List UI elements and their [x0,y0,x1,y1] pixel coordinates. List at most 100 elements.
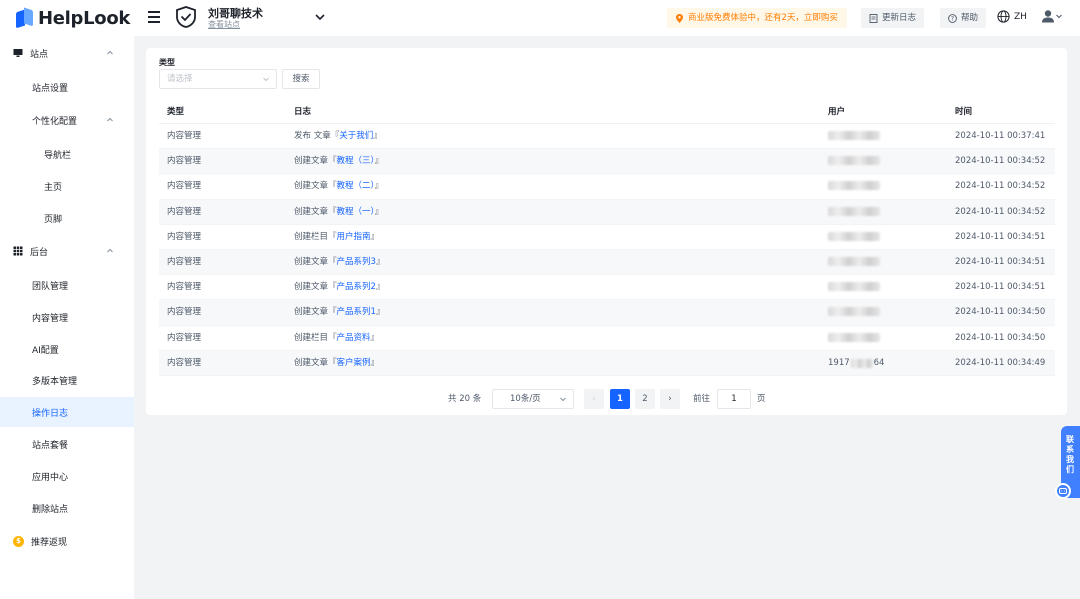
globe-icon [997,10,1010,23]
chevron-down-icon [263,77,269,82]
sidebar-item-label: 操作日志 [32,408,69,419]
contact-us-tab[interactable]: 联系我们 [1055,426,1080,499]
update-log-button[interactable]: 更新日志 [861,8,925,28]
sidebar-group-site[interactable]: 站点 [0,38,134,68]
sidebar-item-label: 应用中心 [32,472,69,483]
help-circle-icon: ? [948,13,957,23]
goto-unit-label: 页 [757,394,766,404]
row-log-target-link[interactable]: 客户案例 [337,358,371,368]
sidebar-item-referral[interactable]: $ 推荐返现 [0,526,134,556]
page-1-button[interactable]: 1 [610,389,630,409]
sidebar-item-apps[interactable]: 应用中心 [0,461,134,491]
top-bar: HelpLook 刘哥聊技术 查看站点 商业版免费体验中，还有2天，立即购买 更… [0,0,1080,36]
row-log: 创建栏目『产品资料』 [294,326,379,351]
sidebar-item-label: 导航栏 [44,150,72,161]
page-2-button[interactable]: 2 [635,389,655,409]
sidebar-item-footer[interactable]: 页脚 [0,203,134,233]
row-time: 2024-10-11 00:34:51 [955,231,1046,242]
row-log-target-link[interactable]: 产品系列2 [337,282,376,292]
user-menu[interactable] [1041,9,1063,23]
row-log-close: 』 [374,181,384,192]
row-log-target-link[interactable]: 用户指南 [337,232,371,242]
row-log-target-link[interactable]: 教程（三） [337,156,375,166]
row-type: 内容管理 [167,357,202,368]
view-site-link[interactable]: 查看站点 [208,19,240,30]
row-log-close: 』 [375,282,385,293]
log-table: 类型 日志 用户 时间 内容管理 发布 文章『关于我们』 2024-10-11 … [159,100,1055,376]
sidebar-item-ai[interactable]: AI配置 [0,334,134,364]
row-log-target-link[interactable]: 教程（二） [337,181,375,191]
sidebar-item-navbar[interactable]: 导航栏 [0,139,134,169]
menu-toggle-icon[interactable] [148,11,162,23]
language-switch[interactable]: ZH [997,10,1027,23]
row-log-target-link[interactable]: 教程（一） [337,207,375,217]
table-row: 内容管理 创建文章『客户案例』 1917 64 2024-10-11 00:34:… [159,350,1055,376]
chat-bubble-icon[interactable] [1055,483,1071,499]
sidebar-item-label: AI配置 [32,345,59,356]
help-button[interactable]: ? 帮助 [940,8,987,28]
sidebar-group-backend[interactable]: 后台 [0,236,134,266]
sidebar-item-site-settings[interactable]: 站点设置 [0,72,134,102]
row-log-target-link[interactable]: 产品资料 [337,333,371,343]
row-log-target-link[interactable]: 关于我们 [339,131,373,141]
site-switch-chevron-icon[interactable] [313,10,327,24]
page-size-select[interactable]: 10条/页 [492,389,574,409]
table-row: 内容管理 创建文章『教程（一）』 2024-10-11 00:34:52 [159,199,1055,225]
row-log-close: 』 [375,307,385,318]
sidebar-item-versions[interactable]: 多版本管理 [0,365,134,395]
sidebar-item-label: 站点套餐 [32,440,69,451]
row-type: 内容管理 [167,231,202,242]
svg-text:?: ? [951,15,954,22]
row-log-close: 』 [374,156,384,167]
chevron-up-icon [107,50,113,55]
contact-us-label: 联系我们 [1066,435,1074,474]
row-log-action: 创建栏目『 [294,231,337,242]
helplook-logo-icon [16,7,34,29]
row-log-target-link[interactable]: 产品系列3 [337,257,376,267]
row-type: 内容管理 [167,332,202,343]
sidebar-item-plan[interactable]: 站点套餐 [0,429,134,459]
row-type: 内容管理 [167,206,202,217]
row-log-close: 』 [375,256,385,267]
sidebar-item-team[interactable]: 团队管理 [0,270,134,300]
search-button[interactable]: 搜索 [282,69,320,89]
sidebar-item-delete-site[interactable]: 删除站点 [0,493,134,523]
row-user-redacted [828,250,880,275]
chevron-up-icon [107,248,113,253]
column-header-log: 日志 [294,107,312,117]
grid-icon [13,246,23,256]
row-log: 创建文章『产品系列1』 [294,300,384,325]
sidebar-item-personalize[interactable]: 个性化配置 [0,105,134,135]
sidebar-item-content[interactable]: 内容管理 [0,302,134,332]
row-log: 创建栏目『用户指南』 [294,225,379,250]
row-log-action: 创建栏目『 [294,332,337,343]
row-log: 创建文章『产品系列2』 [294,275,384,300]
prev-page-button[interactable]: ‹ [584,389,604,409]
sidebar: 站点 站点设置 个性化配置 导航栏 主页 页脚 后台 团队管理 内容管理 AI配… [0,36,134,599]
table-row: 内容管理 创建栏目『产品资料』 2024-10-11 00:34:50 [159,326,1055,351]
row-log-target-link[interactable]: 产品系列1 [337,307,376,317]
monitor-icon [13,49,23,57]
type-select[interactable]: 请选择 [159,69,277,89]
row-log-action: 创建文章『 [294,282,337,293]
trial-text: 商业版免费体验中，还有2天，立即购买 [688,13,838,23]
trial-banner[interactable]: 商业版免费体验中，还有2天，立即购买 [667,8,847,28]
row-log: 创建文章『教程（二）』 [294,174,383,199]
goto-page-input[interactable]: 1 [717,389,751,409]
pagination-total: 共 20 条 [448,394,482,404]
row-time: 2024-10-11 00:37:41 [955,131,1046,141]
next-page-button[interactable]: › [660,389,680,409]
row-log-action: 创建文章『 [294,357,337,368]
sidebar-item-oplog[interactable]: 操作日志 [0,397,134,427]
row-log-action: 发布 文章『 [294,131,340,141]
type-select-placeholder: 请选择 [167,74,193,84]
row-log-action: 创建文章『 [294,307,337,318]
operation-log-card: 类型 请选择 搜索 类型 日志 用户 时间 内容管理 发布 文章『关于我们』 2… [146,48,1067,415]
row-type: 内容管理 [167,307,202,318]
logo-text: HelpLook [38,7,131,29]
table-row: 内容管理 创建文章『产品系列3』 2024-10-11 00:34:51 [159,249,1055,276]
row-type: 内容管理 [167,282,202,293]
sidebar-item-home[interactable]: 主页 [0,171,134,201]
logo[interactable]: HelpLook [16,6,130,30]
row-log-close: 』 [370,332,380,343]
